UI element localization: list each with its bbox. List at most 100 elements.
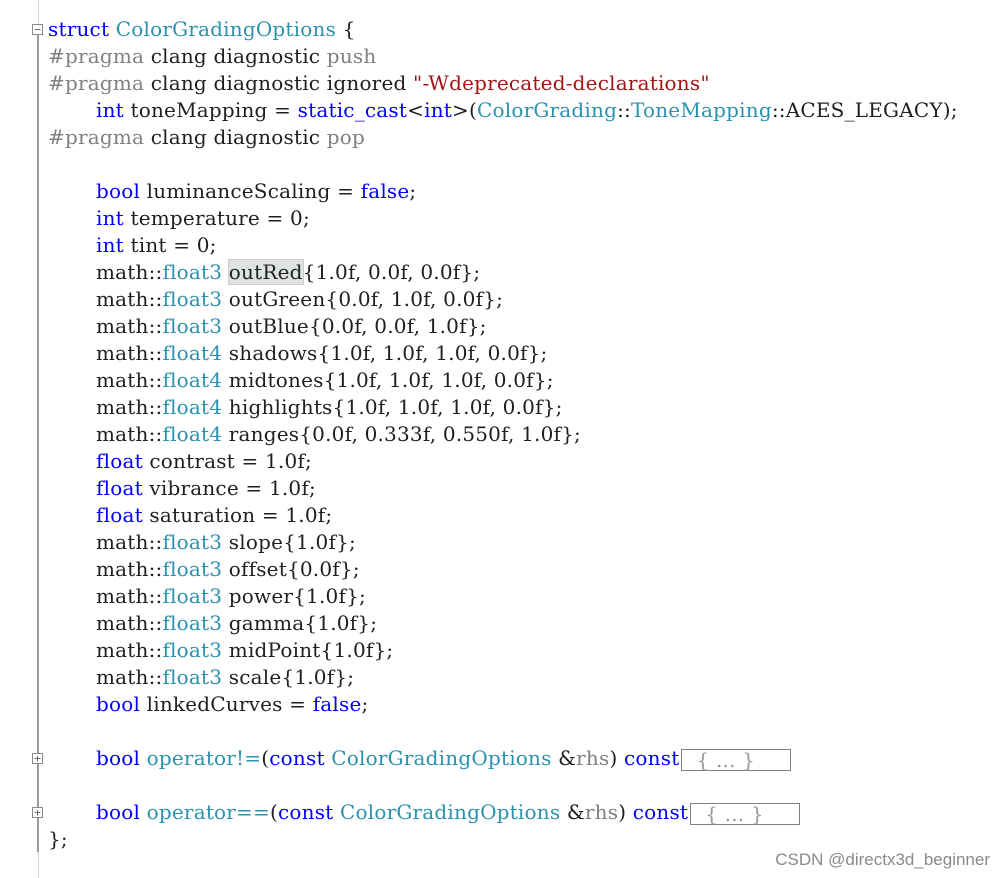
- code-text: contrast = 1.0f;: [142, 449, 312, 473]
- namespace: math::: [96, 557, 163, 581]
- keyword: float: [96, 476, 143, 500]
- code-text: slope{1.0f};: [222, 530, 356, 554]
- expand-operator-eq-button[interactable]: +: [32, 807, 43, 818]
- namespace: math::: [96, 260, 163, 284]
- code-line-24: math::float3 midPoint{1.0f};: [48, 637, 393, 664]
- code-line-19: float saturation = 1.0f;: [48, 502, 332, 529]
- collapse-struct-button[interactable]: −: [32, 24, 43, 35]
- code-line-23: math::float3 gamma{1.0f};: [48, 610, 377, 637]
- code-text: scale{1.0f};: [222, 665, 355, 689]
- type-name: ToneMapping: [630, 98, 772, 122]
- operator-name: operator==: [146, 800, 270, 824]
- namespace: math::: [96, 314, 163, 338]
- namespace: math::: [96, 422, 163, 446]
- keyword: static_cast: [297, 98, 408, 122]
- code-text: linkedCurves =: [140, 692, 313, 716]
- preprocessor-arg: push: [326, 44, 377, 68]
- type-name: float4: [162, 368, 223, 392]
- type-name: float3: [162, 287, 223, 311]
- code-line-18: float vibrance = 1.0f;: [48, 475, 316, 502]
- string-literal: "-Wdeprecated-declarations": [413, 71, 710, 95]
- code-line-3: #pragma clang diagnostic ignored "-Wdepr…: [48, 70, 710, 97]
- code-line-14: math::float4 midtones{1.0f, 1.0f, 1.0f, …: [48, 367, 554, 394]
- type-name: float3: [162, 530, 223, 554]
- code-text: luminanceScaling =: [140, 179, 361, 203]
- code-text: vibrance = 1.0f;: [142, 476, 316, 500]
- code-line-12: math::float3 outBlue{0.0f, 0.0f, 1.0f};: [48, 313, 487, 340]
- keyword: const: [624, 746, 680, 770]
- namespace: math::: [96, 638, 163, 662]
- code-line-17: float contrast = 1.0f;: [48, 448, 312, 475]
- code-text: power{1.0f};: [222, 584, 366, 608]
- code-text: <: [407, 98, 425, 122]
- preprocessor-directive: #pragma: [48, 71, 145, 95]
- expand-operator-neq-button[interactable]: +: [32, 753, 43, 764]
- code-text: clang diagnostic: [144, 125, 327, 149]
- code-text: outGreen{0.0f, 1.0f, 0.0f};: [222, 287, 504, 311]
- code-text: ;: [361, 692, 369, 716]
- namespace: math::: [96, 395, 163, 419]
- code-text: clang diagnostic: [144, 44, 327, 68]
- keyword: int: [96, 233, 124, 257]
- namespace: math::: [96, 665, 163, 689]
- watermark: CSDN @directx3d_beginner: [775, 850, 990, 869]
- code-line-31: };: [48, 826, 68, 853]
- keyword: int: [96, 206, 124, 230]
- code-text: {1.0f, 0.0f, 0.0f};: [302, 260, 481, 284]
- code-text: highlights{1.0f, 1.0f, 1.0f, 0.0f};: [222, 395, 563, 419]
- type-name: ColorGrading: [477, 98, 618, 122]
- code-line-13: math::float4 shadows{1.0f, 1.0f, 1.0f, 0…: [48, 340, 548, 367]
- highlighted-identifier[interactable]: outRed: [227, 259, 304, 285]
- code-line-15: math::float4 highlights{1.0f, 1.0f, 1.0f…: [48, 394, 563, 421]
- code-text: &: [560, 800, 585, 824]
- type-name: float3: [162, 638, 223, 662]
- namespace: math::: [96, 368, 163, 392]
- operator-name: operator!=: [146, 746, 262, 770]
- code-text: tint = 0;: [123, 233, 217, 257]
- type-name: float3: [162, 584, 223, 608]
- code-text: {: [336, 17, 356, 41]
- keyword: bool: [96, 692, 141, 716]
- code-line-7: bool luminanceScaling = false;: [48, 178, 416, 205]
- code-line-28: bool operator!=(const ColorGradingOption…: [48, 745, 792, 772]
- code-text: midPoint{1.0f};: [222, 638, 394, 662]
- type-name: float3: [162, 557, 223, 581]
- type-name: float3: [162, 611, 223, 635]
- code-text: saturation = 1.0f;: [142, 503, 333, 527]
- type-name: ColorGradingOptions: [331, 746, 552, 770]
- preprocessor-directive: #pragma: [48, 44, 145, 68]
- code-line-2: #pragma clang diagnostic push: [48, 43, 376, 70]
- code-text: offset{0.0f};: [222, 557, 360, 581]
- code-text: (: [269, 800, 278, 824]
- code-line-22: math::float3 power{1.0f};: [48, 583, 366, 610]
- code-line-26: bool linkedCurves = false;: [48, 691, 368, 718]
- namespace: math::: [96, 287, 163, 311]
- collapsed-body-placeholder[interactable]: { ... }: [681, 748, 792, 771]
- keyword: const: [632, 800, 689, 824]
- namespace: math::: [96, 584, 163, 608]
- code-text: ranges{0.0f, 0.333f, 0.550f, 1.0f};: [222, 422, 581, 446]
- code-text: ): [618, 800, 633, 824]
- keyword: float: [96, 503, 143, 527]
- code-text: ): [609, 746, 625, 770]
- parameter-name: rhs: [584, 800, 619, 824]
- code-text: outBlue{0.0f, 0.0f, 1.0f};: [222, 314, 487, 338]
- type-name: float4: [162, 341, 223, 365]
- keyword: bool: [96, 800, 141, 824]
- type-name: float4: [162, 422, 223, 446]
- keyword: const: [278, 800, 334, 824]
- keyword: int: [96, 98, 124, 122]
- type-name: float3: [162, 665, 223, 689]
- collapsed-body-placeholder[interactable]: { ... }: [690, 802, 801, 825]
- namespace: math::: [96, 341, 163, 365]
- struct-name: ColorGradingOptions: [115, 17, 337, 41]
- code-text: gamma{1.0f};: [222, 611, 378, 635]
- code-text: shadows{1.0f, 1.0f, 1.0f, 0.0f};: [222, 341, 548, 365]
- keyword: bool: [96, 179, 141, 203]
- code-text: ;: [409, 179, 417, 203]
- code-text: ::ACES_LEGACY);: [771, 98, 958, 122]
- code-line-21: math::float3 offset{0.0f};: [48, 556, 360, 583]
- code-text: clang diagnostic ignored: [144, 71, 414, 95]
- type-name: float3: [162, 314, 223, 338]
- keyword: bool: [96, 746, 141, 770]
